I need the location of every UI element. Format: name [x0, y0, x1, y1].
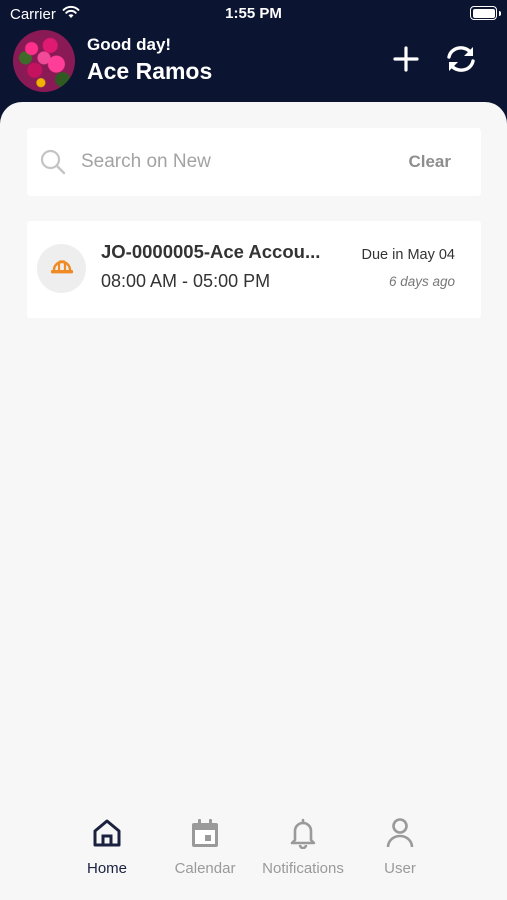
bottom-tab-bar: Home Calendar Notifications User [0, 816, 507, 900]
clock: 1:55 PM [225, 5, 282, 22]
tab-notifications-label: Notifications [262, 860, 344, 877]
job-list-item[interactable]: JO-0000005-Ace Accou... 08:00 AM - 05:00… [27, 221, 481, 318]
job-icon-badge [37, 244, 86, 293]
status-bar: Carrier 1:55 PM [0, 0, 507, 28]
greeting-text: Good day! [87, 35, 172, 54]
hard-hat-icon [49, 255, 75, 282]
search-input[interactable] [81, 146, 381, 178]
calendar-icon [190, 817, 220, 854]
clear-button[interactable]: Clear [408, 152, 451, 172]
job-due-date: Due in May 04 [361, 247, 456, 263]
app-screen: Carrier 1:55 PM Good day! Ace Ramos Sear… [0, 0, 507, 900]
user-name: Ace Ramos [87, 58, 213, 84]
tab-calendar[interactable]: Calendar [155, 816, 255, 877]
plus-icon [392, 45, 420, 78]
battery-icon [470, 6, 501, 20]
avatar[interactable] [13, 30, 75, 92]
tab-notifications[interactable]: Notifications [253, 816, 353, 877]
home-icon [91, 817, 123, 854]
user-icon [385, 817, 415, 854]
sync-icon [444, 44, 478, 79]
search-icon [40, 149, 66, 180]
add-button[interactable] [389, 44, 423, 78]
job-time-range: 08:00 AM - 05:00 PM [101, 271, 271, 291]
bell-icon [288, 817, 318, 854]
job-title: JO-0000005-Ace Accou... [101, 241, 321, 262]
tab-user[interactable]: User [350, 816, 450, 877]
tab-home-label: Home [86, 860, 127, 877]
tab-user-label: User [384, 860, 416, 877]
tab-home[interactable]: Home [57, 816, 157, 877]
main-content: Clear JO-0000005-Ace Accou... 08:00 AM -… [0, 102, 507, 900]
refresh-button[interactable] [444, 44, 478, 78]
tab-calendar-label: Calendar [174, 860, 236, 877]
header: Good day! Ace Ramos [0, 28, 507, 102]
search-bar: Clear [27, 128, 481, 196]
job-relative-time: 6 days ago [388, 274, 455, 289]
